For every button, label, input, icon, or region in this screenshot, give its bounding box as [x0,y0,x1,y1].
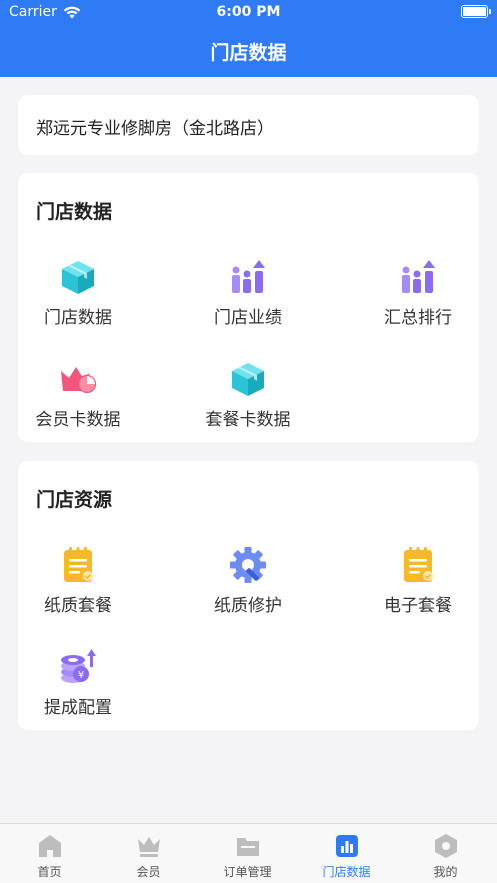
store-resources-section: 门店资源 纸质套餐 纸质修护 电子套餐 ¥ 提成配置 [18,461,479,730]
tab-label: 我的 [433,865,458,879]
grid-item-label: 会员卡数据 [35,410,121,430]
tab-label: 会员 [136,865,161,879]
folder-icon [236,838,259,856]
tab-mine[interactable]: 我的 [396,824,495,883]
store-card[interactable]: 郑远元专业修脚房（金北路店） [18,95,479,155]
home-icon [38,835,61,857]
store-data-section: 门店数据 门店数据 门店业绩 汇总排行 会员卡数据 套餐卡数据 [18,173,479,442]
grid-item-ranking[interactable]: 汇总排行 [343,257,493,328]
grid-item-label: 电子套餐 [384,596,452,616]
coins-icon: ¥ [61,649,96,683]
document-check-icon [64,547,93,582]
tab-home[interactable]: 首页 [0,824,99,883]
grid-item-label: 套餐卡数据 [205,410,291,430]
tab-label: 门店数据 [322,865,371,879]
battery-icon [461,5,491,18]
grid-item-label: 门店业绩 [214,308,282,328]
crown-icon [137,837,160,857]
grid-item-commission-config[interactable]: ¥ 提成配置 [3,647,153,718]
growth-chart-icon [402,260,435,293]
crown-pie-icon [61,367,97,394]
grid-item-label: 汇总排行 [384,308,452,328]
tab-orders[interactable]: 订单管理 [198,824,297,883]
tab-store-data[interactable]: 门店数据 [297,824,396,883]
store-name: 郑远元专业修脚房（金北路店） [36,119,274,139]
section-title: 门店数据 [36,201,113,223]
svg-text:¥: ¥ [78,670,84,681]
grid-item-member-card-data[interactable]: 会员卡数据 [3,359,153,430]
tab-label: 首页 [37,865,62,879]
grid-item-label: 纸质修护 [214,596,282,616]
tab-bar: 首页 会员 订单管理 门店数据 我的 [0,823,497,883]
page-title: 门店数据 [210,42,287,64]
status-bar: Carrier 6:00 PM [0,0,497,26]
grid-item-package-card-data[interactable]: 套餐卡数据 [173,359,323,430]
box-icon [62,261,94,294]
grid-item-electronic-package[interactable]: 电子套餐 [343,545,493,616]
grid-item-label: 门店数据 [44,308,112,328]
grid-item-paper-package[interactable]: 纸质套餐 [3,545,153,616]
grid-item-paper-care[interactable]: 纸质修护 [173,545,323,616]
grid-item-store-data[interactable]: 门店数据 [3,257,153,328]
document-check-icon [404,547,433,582]
tab-member[interactable]: 会员 [99,824,198,883]
bar-chart-icon [335,835,358,857]
hexagon-user-icon [434,834,457,858]
growth-chart-icon [232,260,265,293]
box-icon [232,363,264,396]
grid-item-label: 提成配置 [44,698,112,718]
grid-item-store-performance[interactable]: 门店业绩 [173,257,323,328]
section-title: 门店资源 [36,489,113,511]
gear-wrench-icon [230,547,266,583]
status-time: 6:00 PM [216,4,281,20]
top-bar: Carrier 6:00 PM 门店数据 [0,0,497,77]
tab-label: 订单管理 [223,865,272,879]
grid-item-label: 纸质套餐 [44,596,112,616]
